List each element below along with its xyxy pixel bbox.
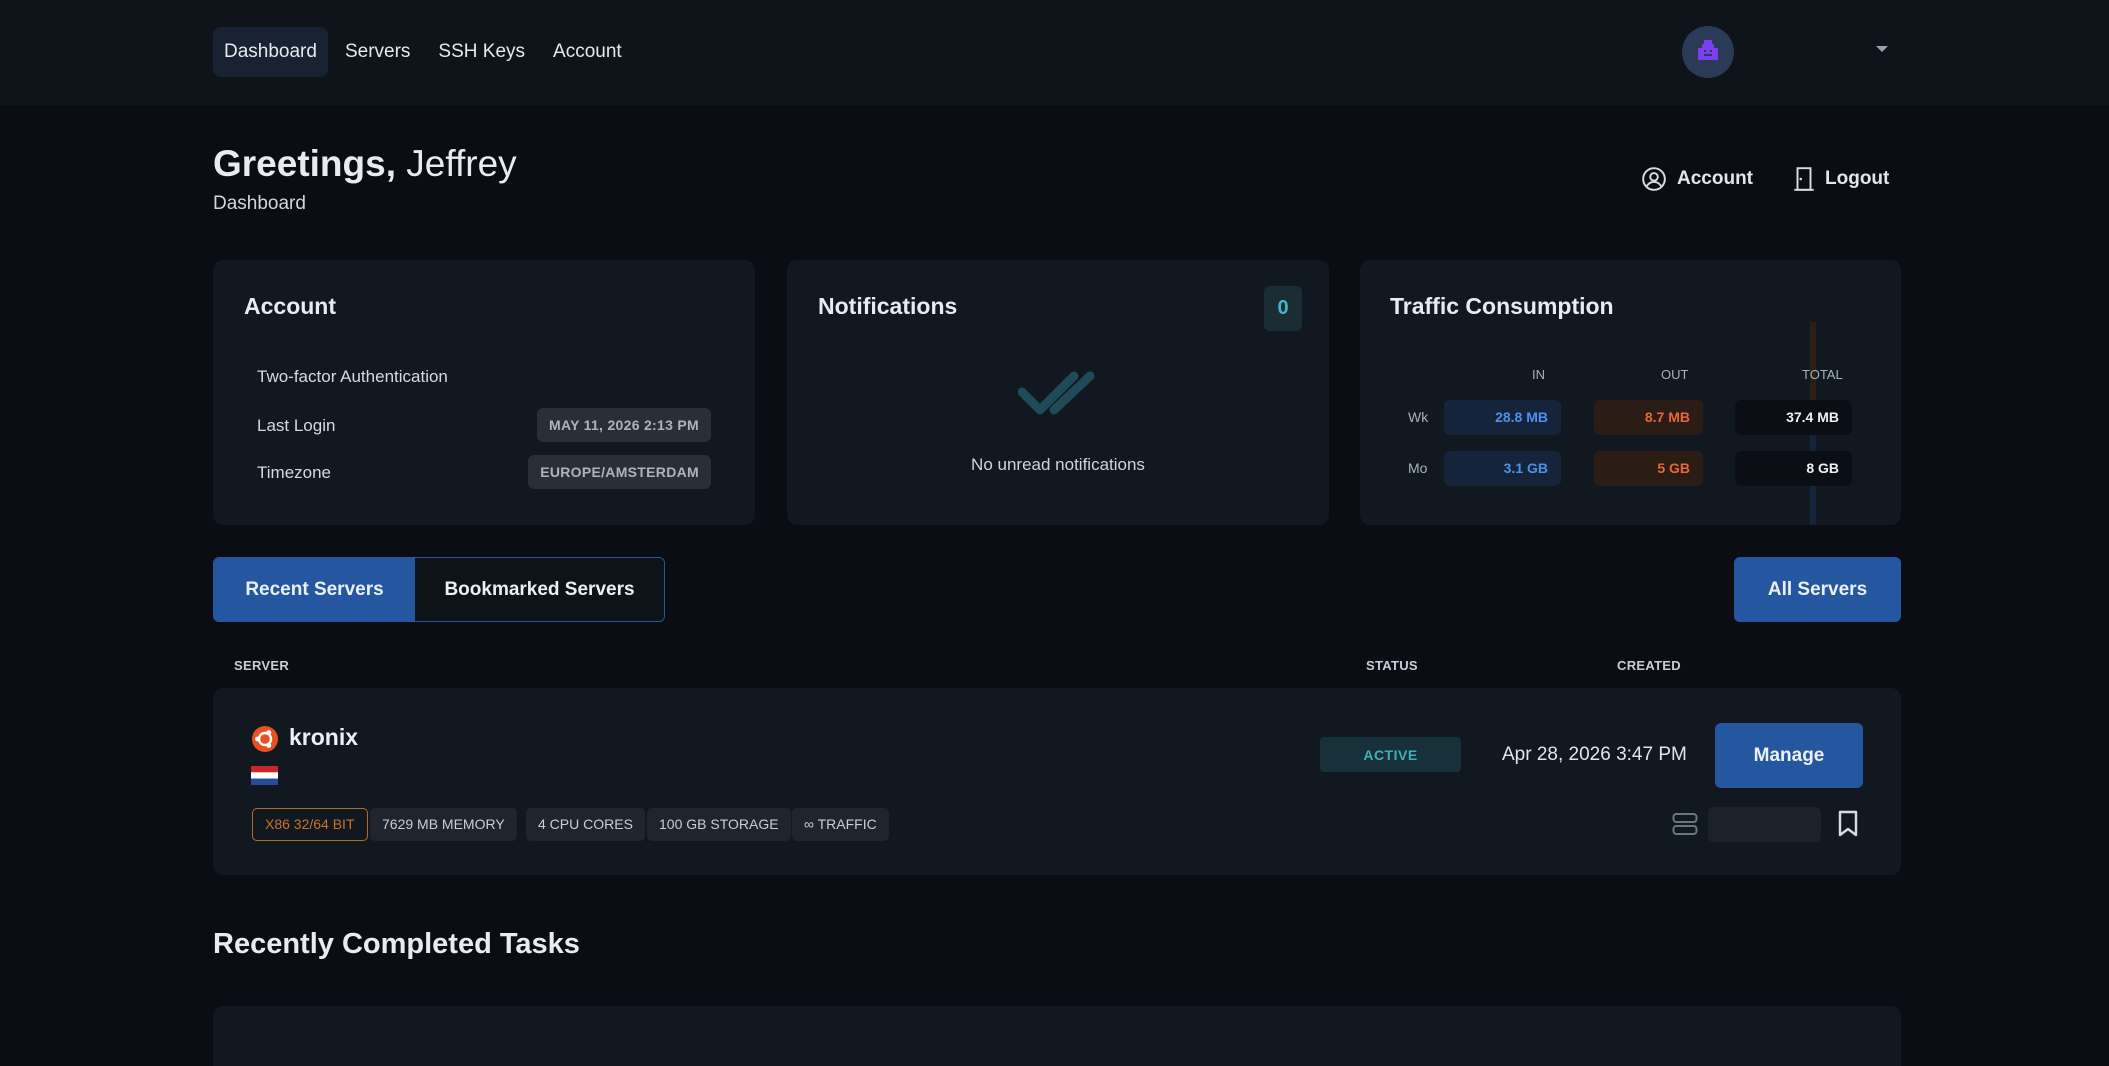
- timezone-label: Timezone: [257, 463, 332, 482]
- column-server: SERVER: [234, 658, 290, 673]
- column-created: CREATED: [1617, 658, 1681, 673]
- top-navbar: Dashboard Servers SSH Keys Account: [0, 0, 2109, 105]
- user-name: Jeffrey: [406, 143, 517, 184]
- traffic-month-out: 5 GB: [1594, 451, 1703, 486]
- server-label-field[interactable]: [1708, 807, 1821, 842]
- last-login-value: MAY 11, 2026 2:13 PM: [537, 408, 711, 442]
- nav-account[interactable]: Account: [542, 27, 633, 77]
- traffic-month-in: 3.1 GB: [1444, 451, 1561, 486]
- table-row: kronix ACTIVE Apr 28, 2026 3:47 PM Manag…: [213, 688, 1901, 875]
- nav-dashboard[interactable]: Dashboard: [213, 27, 328, 77]
- door-icon: [1794, 167, 1814, 191]
- notifications-card: Notifications 0 No unread notifications: [787, 260, 1329, 525]
- netherlands-flag-icon: [251, 766, 278, 785]
- chevron-down-icon[interactable]: [1876, 46, 1888, 52]
- traffic-week-label: Wk: [1408, 409, 1429, 425]
- spec-traffic: ∞ TRAFFIC: [792, 808, 889, 841]
- header-account-label: Account: [1677, 168, 1753, 189]
- bookmark-icon[interactable]: [1837, 810, 1859, 838]
- account-card-title: Account: [244, 293, 336, 319]
- avatar-icon: [1698, 40, 1718, 60]
- created-date: Apr 28, 2026 3:47 PM: [1502, 744, 1687, 765]
- server-tabs: Recent Servers Bookmarked Servers: [213, 557, 665, 622]
- traffic-title: Traffic Consumption: [1390, 293, 1614, 319]
- account-card: Account Two-factor Authentication Last L…: [213, 260, 755, 525]
- notifications-title: Notifications: [818, 293, 958, 319]
- notification-count-badge: 0: [1264, 286, 1302, 331]
- user-circle-icon: [1642, 167, 1666, 191]
- ubuntu-icon: [252, 726, 278, 752]
- greeting-label: Greetings,: [213, 143, 396, 184]
- tab-bookmarked-servers[interactable]: Bookmarked Servers: [415, 558, 664, 621]
- tasks-title: Recently Completed Tasks: [213, 928, 580, 960]
- main-nav: Dashboard Servers SSH Keys Account: [213, 27, 633, 77]
- server-icon[interactable]: [1672, 812, 1698, 836]
- two-factor-label: Two-factor Authentication: [257, 367, 448, 386]
- header-account-link[interactable]: Account: [1641, 166, 1753, 192]
- server-name[interactable]: kronix: [289, 724, 358, 751]
- traffic-week-in: 28.8 MB: [1444, 400, 1561, 435]
- page-title: Greetings, Jeffrey: [213, 143, 517, 185]
- manage-button[interactable]: Manage: [1715, 723, 1863, 788]
- tab-recent-servers[interactable]: Recent Servers: [214, 558, 415, 621]
- page-subtitle: Dashboard: [213, 193, 306, 214]
- spec-memory: 7629 MB MEMORY: [370, 808, 517, 841]
- nav-ssh-keys[interactable]: SSH Keys: [427, 27, 536, 77]
- double-check-icon: [1018, 371, 1095, 415]
- spec-architecture: X86 32/64 BIT: [252, 808, 368, 841]
- tasks-card: [213, 1006, 1901, 1066]
- timezone-value: EUROPE/AMSTERDAM: [528, 455, 711, 489]
- spec-storage: 100 GB STORAGE: [647, 808, 791, 841]
- avatar[interactable]: [1682, 26, 1734, 78]
- no-notifications-text: No unread notifications: [971, 455, 1145, 474]
- traffic-month-label: Mo: [1408, 460, 1428, 476]
- traffic-in-header: IN: [1532, 367, 1545, 382]
- traffic-total-header: TOTAL: [1802, 367, 1843, 382]
- last-login-label: Last Login: [257, 416, 336, 435]
- traffic-week-out: 8.7 MB: [1594, 400, 1703, 435]
- column-status: STATUS: [1366, 658, 1418, 673]
- all-servers-button[interactable]: All Servers: [1734, 557, 1901, 622]
- logout-link[interactable]: Logout: [1793, 166, 1889, 192]
- traffic-week-total: 37.4 MB: [1735, 400, 1852, 435]
- traffic-card: Traffic Consumption IN OUT TOTAL Wk 28.8…: [1360, 260, 1901, 525]
- logout-label: Logout: [1825, 168, 1890, 189]
- traffic-out-header: OUT: [1661, 367, 1689, 382]
- traffic-month-total: 8 GB: [1735, 451, 1852, 486]
- status-badge: ACTIVE: [1320, 737, 1461, 772]
- spec-cpu: 4 CPU CORES: [526, 808, 645, 841]
- nav-servers[interactable]: Servers: [334, 27, 421, 77]
